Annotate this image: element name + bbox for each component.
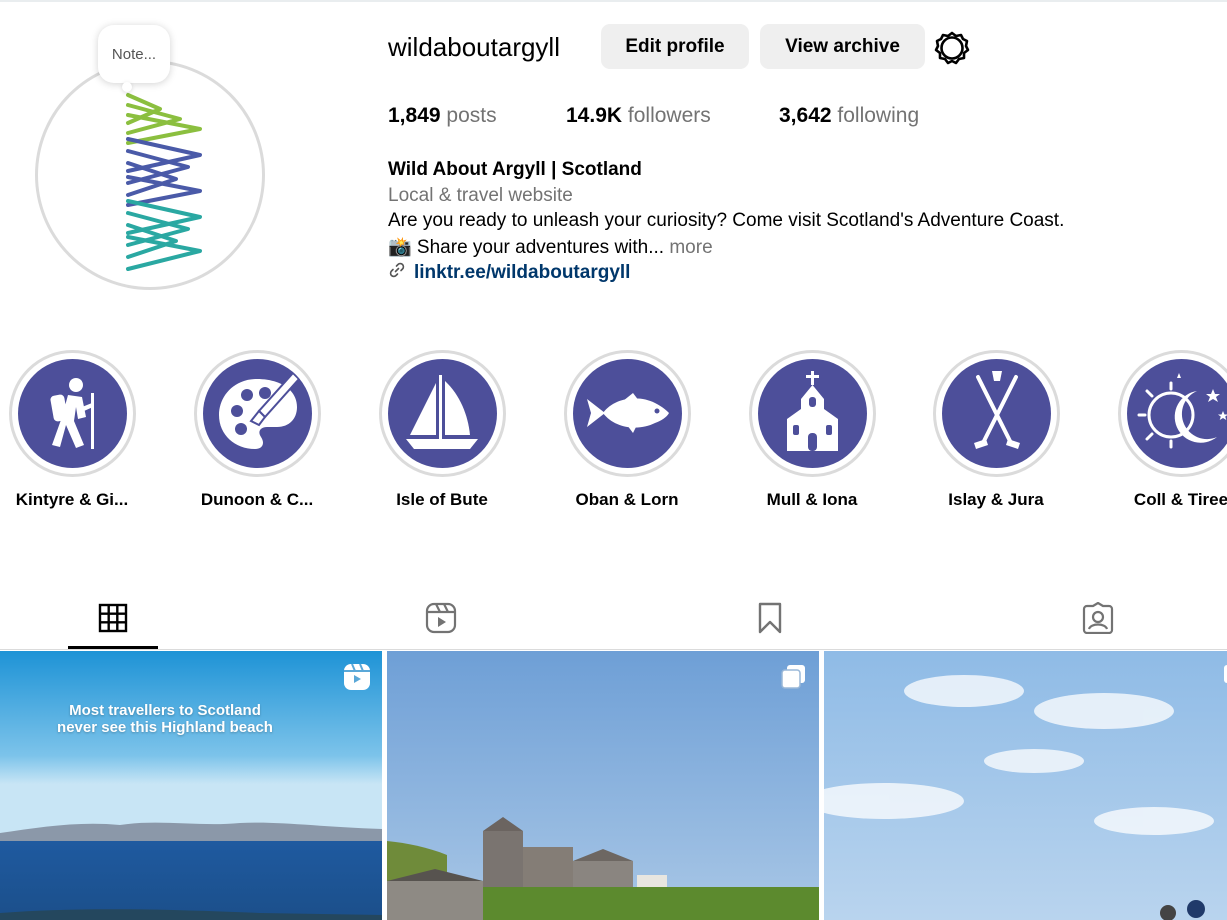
- following-count-label: following: [837, 104, 920, 127]
- followers-count-label: followers: [627, 104, 711, 127]
- highlight-ring: [749, 350, 876, 477]
- bio-more-link[interactable]: more: [669, 237, 712, 258]
- posts-count-value: 1,849: [388, 104, 441, 127]
- tagged-icon: [1082, 602, 1114, 634]
- post-caption: Most travellers to Scotland never see th…: [0, 702, 330, 736]
- golf-clubs-icon: [942, 359, 1051, 468]
- view-archive-button[interactable]: View archive: [760, 24, 925, 69]
- posts-count-label: posts: [446, 104, 497, 127]
- post-image-beach: [0, 651, 382, 920]
- gear-icon[interactable]: [934, 30, 970, 66]
- post-tile-abbey[interactable]: [387, 651, 819, 920]
- highlight-label: Islay & Jura: [948, 490, 1044, 509]
- post-tile-sky[interactable]: [824, 651, 1227, 920]
- highlight-ring: [1118, 350, 1227, 477]
- posts-count[interactable]: 1,849 posts: [388, 104, 497, 128]
- argyll-logo: [48, 73, 252, 277]
- tabs-divider: [0, 649, 1227, 650]
- following-count-value: 3,642: [779, 104, 832, 127]
- note-bubble-tail: [122, 82, 132, 92]
- sailboat-icon: [388, 359, 497, 468]
- moon-stars-icon: [1127, 359, 1227, 468]
- post-image-sky: [824, 651, 1227, 920]
- carousel-icon: [779, 663, 807, 691]
- bio-link[interactable]: linktr.ee/wildaboutargyll: [388, 261, 630, 284]
- tab-posts[interactable]: [93, 598, 133, 638]
- note-placeholder: Note...: [111, 45, 157, 63]
- bio-text-line2: 📸 Share your adventures with... more: [388, 235, 713, 259]
- post-image-abbey: [387, 651, 819, 920]
- post-tile-beach[interactable]: Most travellers to Scotland never see th…: [0, 651, 382, 920]
- highlight-ring: [9, 350, 136, 477]
- reel-icon: [343, 663, 371, 691]
- fish-icon: [573, 359, 682, 468]
- reels-icon: [425, 602, 457, 634]
- profile-username: wildaboutargyll: [388, 32, 560, 62]
- following-count[interactable]: 3,642 following: [779, 104, 919, 128]
- bio-link-text: linktr.ee/wildaboutargyll: [414, 261, 631, 283]
- post-caption-line1: Most travellers to Scotland: [69, 702, 261, 719]
- post-caption-line2: never see this Highland beach: [57, 719, 273, 736]
- highlight-label: Kintyre & Gi...: [15, 490, 129, 509]
- tab-saved[interactable]: [750, 598, 790, 638]
- top-divider: [0, 0, 1227, 2]
- profile-avatar[interactable]: [35, 60, 265, 290]
- hiker-icon: [18, 359, 127, 468]
- highlight-label: Mull & Iona: [766, 490, 858, 509]
- paint-palette-icon: [203, 359, 312, 468]
- carousel-icon: [1216, 663, 1227, 691]
- bio-category: Local & travel website: [388, 185, 573, 206]
- edit-profile-button[interactable]: Edit profile: [601, 24, 749, 69]
- followers-count[interactable]: 14.9K followers: [566, 104, 711, 128]
- grid-icon: [98, 603, 128, 633]
- note-bubble[interactable]: Note...: [98, 25, 170, 83]
- highlight-label: Isle of Bute: [396, 490, 488, 509]
- followers-count-value: 14.9K: [566, 104, 623, 127]
- tab-tagged[interactable]: [1078, 598, 1118, 638]
- highlight-ring: [564, 350, 691, 477]
- saved-icon: [758, 602, 782, 634]
- highlight-label: Dunoon & C...: [200, 490, 314, 509]
- bio-name: Wild About Argyll | Scotland: [388, 159, 642, 180]
- bio-text-line2-content: 📸 Share your adventures with...: [388, 237, 670, 258]
- church-icon: [758, 359, 867, 468]
- highlight-label: Oban & Lorn: [575, 490, 679, 509]
- bio-text-line1: Are you ready to unleash your curiosity?…: [388, 210, 1065, 231]
- link-icon: [388, 261, 406, 284]
- highlight-ring: [379, 350, 506, 477]
- tab-reels[interactable]: [421, 598, 461, 638]
- highlight-ring: [933, 350, 1060, 477]
- highlight-label: Coll & Tiree: [1133, 490, 1227, 509]
- highlight-ring: [194, 350, 321, 477]
